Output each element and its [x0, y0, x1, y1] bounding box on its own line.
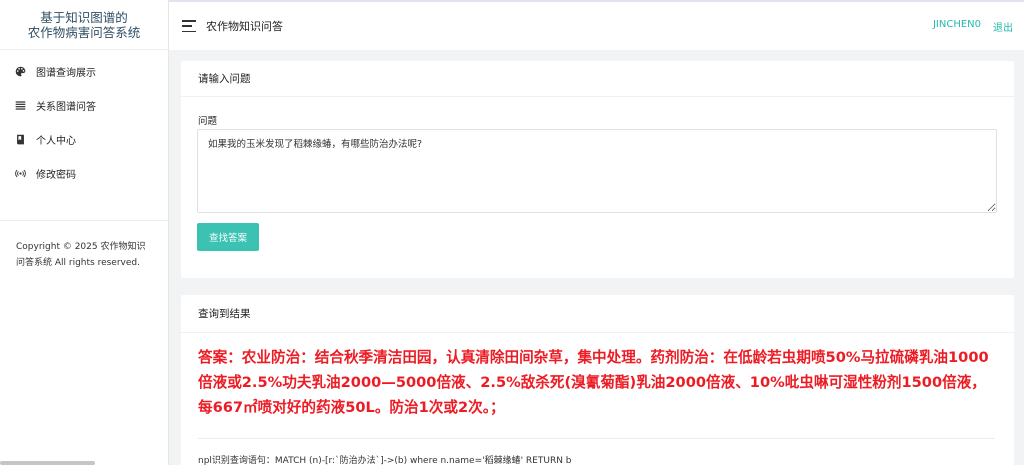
username-link[interactable]: JINCHEN0 [933, 19, 981, 34]
list-icon [14, 99, 26, 111]
book-icon [14, 133, 26, 145]
menu-toggle-icon[interactable] [182, 20, 196, 32]
sidebar-menu: 图谱查询展示 关系图谱问答 个人中心 修改密码 [0, 50, 168, 190]
page-title: 农作物知识问答 [206, 20, 283, 33]
brand-line-1: 基于知识图谱的 [40, 9, 128, 25]
logout-link[interactable]: 退出 [993, 19, 1013, 34]
sidebar-item-label: 修改密码 [36, 169, 76, 181]
palette-icon [14, 65, 26, 77]
sidebar-item-label: 图谱查询展示 [36, 67, 96, 79]
broadcast-icon [14, 167, 26, 179]
result-card: 查询到结果 答案：农业防治：结合秋季清洁田园，认真清除田间杂草，集中处理。药剂防… [181, 295, 1014, 465]
sidebar-item-graph-query[interactable]: 图谱查询展示 [0, 54, 168, 88]
question-card: 请输入问题 问题 查找答案 [181, 61, 1014, 278]
sidebar-item-relation-qa[interactable]: 关系图谱问答 [0, 88, 168, 122]
brand-title: 基于知识图谱的 农作物病害问答系统 [0, 0, 168, 50]
result-divider [198, 438, 995, 439]
result-card-title: 查询到结果 [181, 295, 1014, 333]
brand-line-2: 农作物病害问答系统 [27, 24, 141, 40]
copyright-text: Copyright © 2025 农作物知识问答系统 All rights re… [0, 220, 168, 271]
sidebar: 基于知识图谱的 农作物病害问答系统 图谱查询展示 关系图谱问答 个人中心 修改密… [0, 0, 169, 465]
sidebar-item-label: 关系图谱问答 [36, 101, 96, 113]
top-header: 农作物知识问答 JINCHEN0 退出 [169, 0, 1024, 50]
question-field-label: 问题 [198, 116, 218, 127]
find-answer-button[interactable]: 查找答案 [197, 223, 259, 251]
sidebar-item-label: 个人中心 [36, 135, 76, 147]
question-input[interactable] [197, 129, 997, 213]
sidebar-item-profile[interactable]: 个人中心 [0, 122, 168, 156]
horizontal-scrollbar[interactable] [0, 461, 95, 465]
sidebar-item-change-password[interactable]: 修改密码 [0, 156, 168, 190]
answer-text: 答案：农业防治：结合秋季清洁田园，认真清除田间杂草，集中处理。药剂防治：在低龄若… [198, 349, 989, 416]
header-user-area: JINCHEN0 退出 [933, 19, 1013, 34]
question-card-title: 请输入问题 [181, 61, 1014, 97]
query-statement: npl识别查询语句：MATCH (n)-[r:`防治办法`]->(b) wher… [198, 456, 572, 465]
